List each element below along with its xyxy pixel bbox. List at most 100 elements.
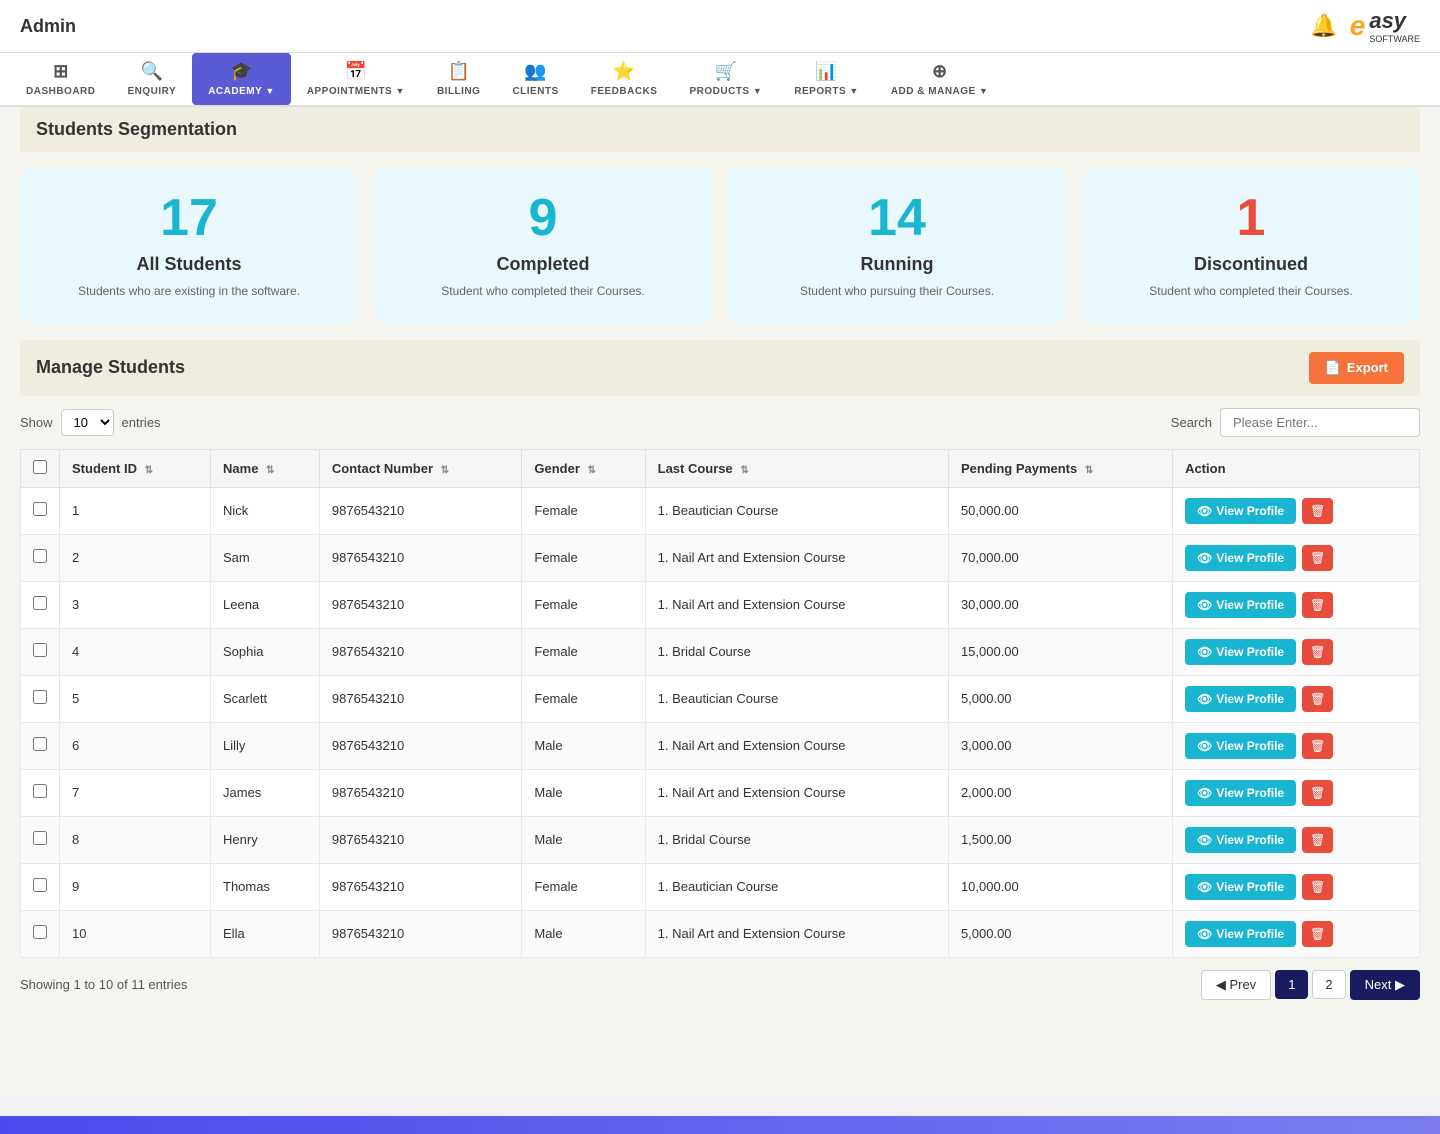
eye-icon: 👁: [1197, 786, 1212, 800]
row-checkbox[interactable]: [33, 643, 47, 657]
nav-enquiry[interactable]: 🔍 ENQUIRY: [112, 53, 193, 105]
delete-button[interactable]: 🗑: [1302, 733, 1333, 759]
th-pending[interactable]: Pending Payments ⇅: [948, 449, 1172, 487]
row-checkbox[interactable]: [33, 549, 47, 563]
row-checkbox[interactable]: [33, 596, 47, 610]
delete-button[interactable]: 🗑: [1302, 592, 1333, 618]
delete-button[interactable]: 🗑: [1302, 780, 1333, 806]
cell-gender: Female: [522, 675, 645, 722]
cell-gender: Female: [522, 628, 645, 675]
bell-icon[interactable]: 🔔: [1310, 13, 1337, 39]
view-profile-button[interactable]: 👁 View Profile: [1185, 827, 1296, 853]
cell-contact: 9876543210: [319, 487, 521, 534]
view-profile-button[interactable]: 👁 View Profile: [1185, 733, 1296, 759]
students-table: Student ID ⇅ Name ⇅ Contact Number ⇅ Gen…: [20, 449, 1420, 958]
delete-button[interactable]: 🗑: [1302, 545, 1333, 571]
delete-button[interactable]: 🗑: [1302, 639, 1333, 665]
cell-contact: 9876543210: [319, 769, 521, 816]
page-2-button[interactable]: 2: [1312, 970, 1345, 999]
nav-reports[interactable]: 📊 REPORTS ▼: [778, 53, 875, 105]
table-row: 5 Scarlett 9876543210 Female 1. Beautici…: [21, 675, 1420, 722]
nav-clients[interactable]: 👥 CLIENTS: [496, 53, 574, 105]
delete-button[interactable]: 🗑: [1302, 827, 1333, 853]
logo-brand: SOFTWARE: [1369, 34, 1420, 44]
cell-name: Lilly: [211, 722, 320, 769]
row-checkbox[interactable]: [33, 690, 47, 704]
nav-academy[interactable]: 🎓 ACADEMY ▼: [192, 53, 291, 105]
nav-feedbacks[interactable]: ⭐ FEEDBACKS: [575, 53, 674, 105]
nav-add-manage[interactable]: ⊕ ADD & MANAGE ▼: [875, 53, 1005, 105]
delete-button[interactable]: 🗑: [1302, 874, 1333, 900]
nav-appointments[interactable]: 📅 APPOINTMENTS ▼: [291, 53, 421, 105]
show-entries: Show 10 25 50 entries: [20, 409, 161, 436]
view-profile-button[interactable]: 👁 View Profile: [1185, 780, 1296, 806]
delete-button[interactable]: 🗑: [1302, 498, 1333, 524]
delete-button[interactable]: 🗑: [1302, 686, 1333, 712]
row-checkbox[interactable]: [33, 925, 47, 939]
th-contact[interactable]: Contact Number ⇅: [319, 449, 521, 487]
th-student-id[interactable]: Student ID ⇅: [60, 449, 211, 487]
cell-pending: 70,000.00: [948, 534, 1172, 581]
nav-billing[interactable]: 📋 BILLING: [421, 53, 497, 105]
app-title: Admin: [20, 16, 76, 37]
nav-products[interactable]: 🛒 PRODUCTS ▼: [673, 53, 778, 105]
delete-button[interactable]: 🗑: [1302, 921, 1333, 947]
export-button[interactable]: 📄 Export: [1309, 352, 1404, 384]
eye-icon: 👁: [1197, 692, 1212, 706]
cell-id: 7: [60, 769, 211, 816]
cell-pending: 15,000.00: [948, 628, 1172, 675]
th-gender[interactable]: Gender ⇅: [522, 449, 645, 487]
page-1-button[interactable]: 1: [1275, 970, 1308, 999]
nav-dashboard[interactable]: ⊞ DASHBOARD: [10, 53, 112, 105]
logo-e: e: [1350, 10, 1366, 42]
th-name[interactable]: Name ⇅: [211, 449, 320, 487]
row-checkbox[interactable]: [33, 784, 47, 798]
row-checkbox[interactable]: [33, 737, 47, 751]
cell-last-course: 1. Nail Art and Extension Course: [645, 769, 948, 816]
cell-contact: 9876543210: [319, 910, 521, 957]
products-icon: 🛒: [715, 61, 737, 82]
view-profile-button[interactable]: 👁 View Profile: [1185, 686, 1296, 712]
cell-action: 👁 View Profile 🗑: [1173, 863, 1420, 910]
search-input[interactable]: [1220, 408, 1420, 437]
view-profile-button[interactable]: 👁 View Profile: [1185, 921, 1296, 947]
stat-title-all: All Students: [36, 254, 342, 275]
stat-desc-discontinued: Student who completed their Courses.: [1098, 283, 1404, 300]
prev-button[interactable]: ◀ Prev: [1201, 970, 1271, 1000]
cell-action: 👁 View Profile 🗑: [1173, 581, 1420, 628]
header-right: 🔔 e asy SOFTWARE: [1310, 8, 1420, 44]
th-last-course[interactable]: Last Course ⇅: [645, 449, 948, 487]
cell-checkbox: [21, 628, 60, 675]
view-profile-button[interactable]: 👁 View Profile: [1185, 498, 1296, 524]
cell-gender: Male: [522, 816, 645, 863]
stat-title-completed: Completed: [390, 254, 696, 275]
cell-id: 5: [60, 675, 211, 722]
next-button[interactable]: Next ▶: [1350, 970, 1420, 1000]
cell-pending: 3,000.00: [948, 722, 1172, 769]
select-all-checkbox[interactable]: [33, 460, 47, 474]
row-checkbox[interactable]: [33, 831, 47, 845]
eye-icon: 👁: [1197, 833, 1212, 847]
table-row: 4 Sophia 9876543210 Female 1. Bridal Cou…: [21, 628, 1420, 675]
cell-contact: 9876543210: [319, 816, 521, 863]
view-profile-button[interactable]: 👁 View Profile: [1185, 639, 1296, 665]
cell-checkbox: [21, 581, 60, 628]
cell-contact: 9876543210: [319, 863, 521, 910]
view-profile-button[interactable]: 👁 View Profile: [1185, 592, 1296, 618]
entries-select[interactable]: 10 25 50: [61, 409, 114, 436]
eye-icon: 👁: [1197, 880, 1212, 894]
eye-icon: 👁: [1197, 598, 1212, 612]
view-profile-button[interactable]: 👁 View Profile: [1185, 874, 1296, 900]
cell-gender: Male: [522, 910, 645, 957]
table-row: 2 Sam 9876543210 Female 1. Nail Art and …: [21, 534, 1420, 581]
stats-container: 17 All Students Students who are existin…: [20, 168, 1420, 324]
table-row: 6 Lilly 9876543210 Male 1. Nail Art and …: [21, 722, 1420, 769]
footer-bar: [0, 1116, 1440, 1134]
row-checkbox[interactable]: [33, 878, 47, 892]
enquiry-icon: 🔍: [141, 61, 163, 82]
row-checkbox[interactable]: [33, 502, 47, 516]
cell-action: 👁 View Profile 🗑: [1173, 816, 1420, 863]
view-profile-button[interactable]: 👁 View Profile: [1185, 545, 1296, 571]
stat-number-running: 14: [744, 192, 1050, 244]
cell-action: 👁 View Profile 🗑: [1173, 628, 1420, 675]
